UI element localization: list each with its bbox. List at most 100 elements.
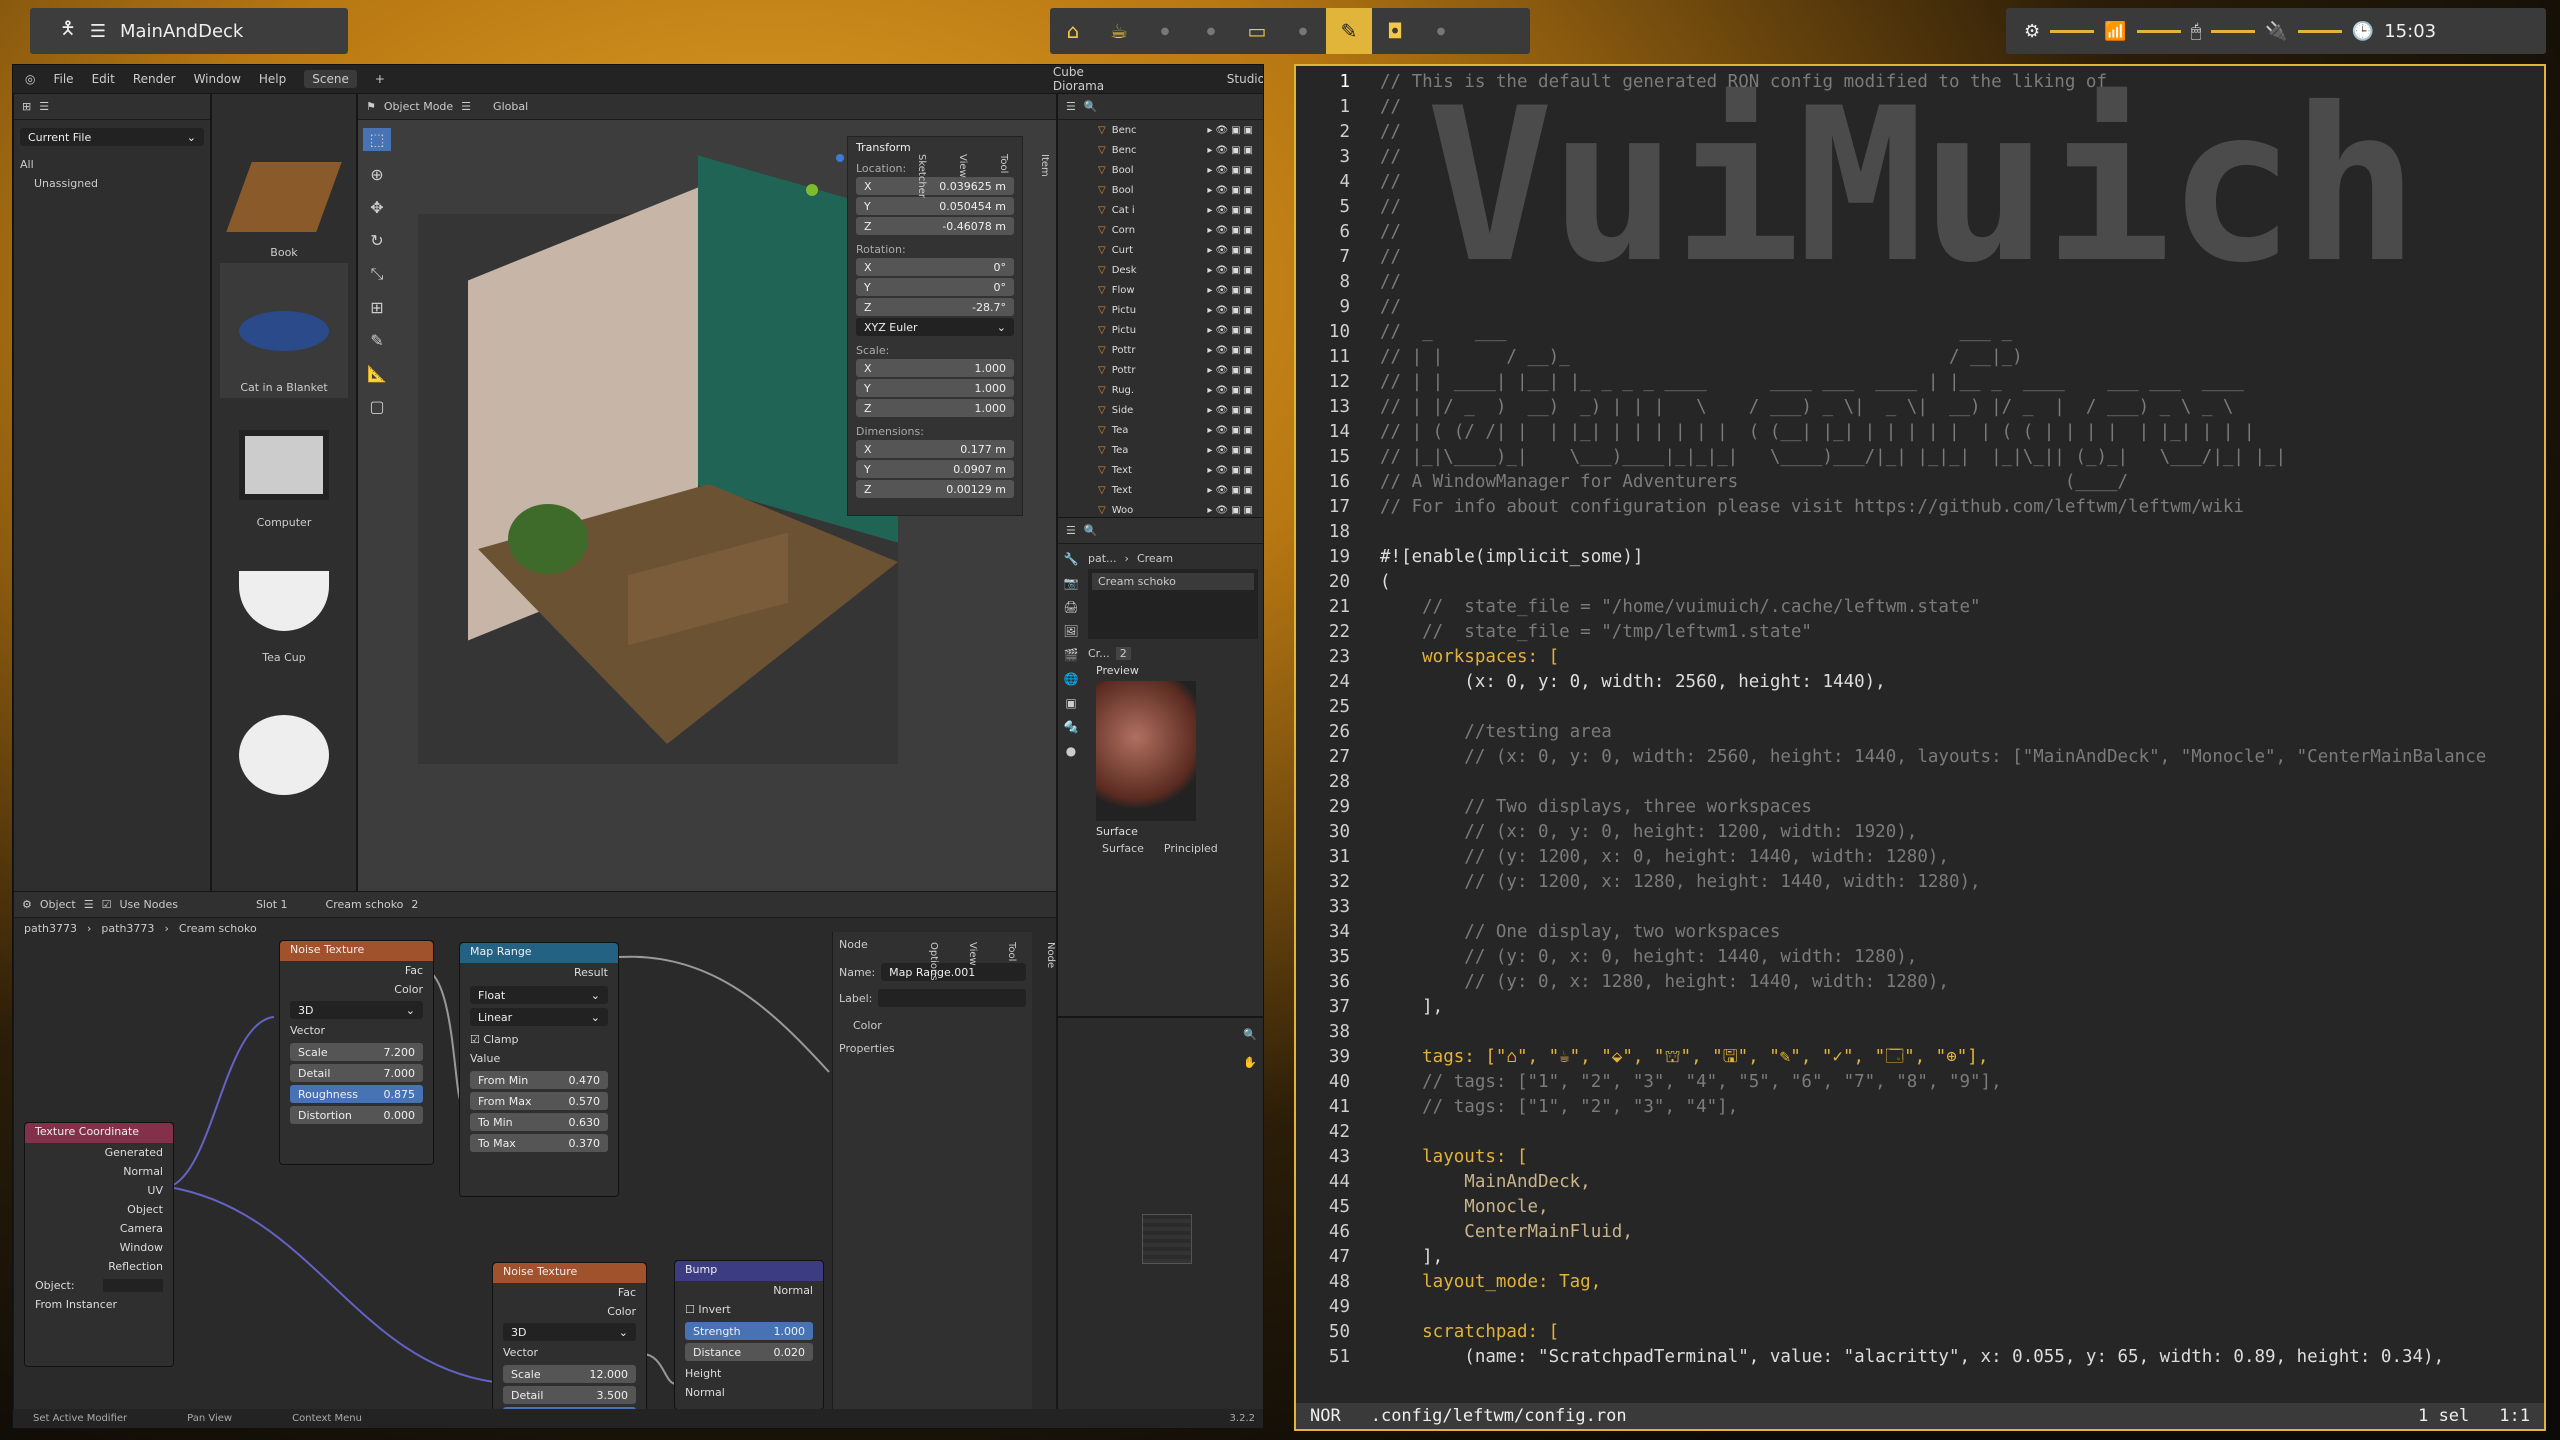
scene-tab-icon[interactable]: 🎬 [1064, 648, 1079, 662]
noise-texture-node-2[interactable]: Noise Texture Fac Color 3D ⌄ Vector Scale… [492, 1262, 647, 1410]
visibility-icons[interactable]: ▸👁▣▣ [1207, 345, 1263, 356]
cursor-tool-icon[interactable]: ⊕ [370, 165, 383, 184]
color-section[interactable]: Color [839, 1019, 1026, 1032]
rotate-tool-icon[interactable]: ↻ [370, 231, 383, 250]
location-x[interactable]: X 0.039625 m [856, 177, 1014, 195]
object-tab-icon[interactable]: ▣ [1065, 696, 1076, 710]
visibility-icons[interactable]: ▸👁▣▣ [1207, 125, 1263, 136]
outliner-item[interactable]: ▽ Pictu ▸👁▣▣ [1058, 300, 1263, 320]
outliner-item[interactable]: ▽ Tea ▸👁▣▣ [1058, 440, 1263, 460]
outliner-item[interactable]: ▽ Pottr ▸👁▣▣ [1058, 340, 1263, 360]
node-field-distortion[interactable]: Distortion 0.000 [290, 1106, 423, 1124]
view-layer-tab-icon[interactable]: 🖼 [1063, 624, 1078, 638]
menu-render[interactable]: Render [133, 72, 176, 86]
tag-home-icon[interactable]: ⌂ [1050, 8, 1096, 54]
add-workspace-icon[interactable]: + [375, 72, 385, 86]
outliner-item[interactable]: ▽ Side ▸👁▣▣ [1058, 400, 1263, 420]
tab-sketcher[interactable]: Sketcher [916, 154, 927, 198]
node-field-from-max[interactable]: From Max 0.570 [470, 1092, 608, 1110]
material-slot-item[interactable]: Cream schoko [1092, 573, 1254, 590]
search-icon[interactable]: 🔍 [1084, 100, 1098, 113]
asset-teapot[interactable] [220, 668, 348, 803]
visibility-icons[interactable]: ▸👁▣▣ [1207, 465, 1263, 476]
select-tool-icon[interactable]: ⬚ [363, 128, 391, 151]
visibility-icons[interactable]: ▸👁▣▣ [1207, 405, 1263, 416]
tag-empty[interactable]: ● [1280, 8, 1326, 54]
invert-checkbox[interactable]: ☐ Invert [675, 1300, 823, 1319]
visibility-icons[interactable]: ▸👁▣▣ [1207, 485, 1263, 496]
world-tab-icon[interactable]: 🌐 [1064, 672, 1079, 686]
tab-tool[interactable]: Tool [1006, 942, 1017, 981]
surface-section[interactable]: Surface [1088, 821, 1258, 842]
node-field-detail[interactable]: Detail 3.500 [503, 1386, 636, 1404]
text-editor[interactable]: VuiMuich 1// This is the default generat… [1294, 64, 2546, 1431]
dimension-y[interactable]: Y 0.0907 m [856, 460, 1014, 478]
visibility-icons[interactable]: ▸👁▣▣ [1207, 425, 1263, 436]
workspace-name[interactable]: Studio [1227, 72, 1263, 86]
view-type-icon[interactable]: ⚑ [366, 100, 376, 113]
layout-indicator[interactable]: 🯅 ☰ MainAndDeck [30, 8, 348, 54]
data-type-select[interactable]: Float ⌄ [470, 986, 608, 1004]
asset-computer[interactable]: Computer [220, 398, 348, 533]
properties-section[interactable]: Properties [839, 1042, 1026, 1055]
dimension-select[interactable]: 3D ⌄ [503, 1323, 636, 1341]
rotation-z[interactable]: Z -28.7° [856, 298, 1014, 316]
material-tab-icon[interactable]: ● [1066, 744, 1076, 758]
visibility-icons[interactable]: ▸👁▣▣ [1207, 505, 1263, 516]
rotation-y[interactable]: Y 0° [856, 278, 1014, 296]
bump-node[interactable]: Bump Normal ☐ Invert Strength 1.000 Distan… [674, 1260, 824, 1410]
modifier-tab-icon[interactable]: 🔩 [1064, 720, 1079, 734]
visibility-icons[interactable]: ▸👁▣▣ [1207, 445, 1263, 456]
outliner-item[interactable]: ▽ Bool ▸👁▣▣ [1058, 180, 1263, 200]
visibility-icons[interactable]: ▸👁▣▣ [1207, 265, 1263, 276]
texture-coordinate-node[interactable]: Texture Coordinate Generated Normal UV Obje… [24, 1122, 174, 1367]
outliner-item[interactable]: ▽ Text ▸👁▣▣ [1058, 480, 1263, 500]
outliner-item[interactable]: ▽ Desk ▸👁▣▣ [1058, 260, 1263, 280]
outliner-item[interactable]: ▽ Pottr ▸👁▣▣ [1058, 360, 1263, 380]
material-slot-list[interactable]: Cream schoko [1088, 569, 1258, 639]
asset-library-select[interactable]: Current File ⌄ [20, 128, 204, 146]
shader-editor[interactable]: ⚙ Object ☰ ☑ Use Nodes Slot 1 Cream schok… [13, 891, 1057, 1411]
outliner-item[interactable]: ▽ Rug. ▸👁▣▣ [1058, 380, 1263, 400]
annotate-tool-icon[interactable]: ✎ [370, 331, 383, 350]
outliner-item[interactable]: ▽ Pictu ▸👁▣▣ [1058, 320, 1263, 340]
blender-logo-icon[interactable]: ◎ [25, 72, 35, 86]
node-name-field[interactable]: Map Range.001 [881, 963, 1026, 981]
visibility-icons[interactable]: ▸👁▣▣ [1207, 305, 1263, 316]
location-z[interactable]: Z -0.46078 m [856, 217, 1014, 235]
tag-empty[interactable]: ● [1188, 8, 1234, 54]
move-tool-icon[interactable]: ✥ [370, 198, 383, 217]
visibility-icons[interactable]: ▸👁▣▣ [1207, 385, 1263, 396]
outliner-item[interactable]: ▽ Corn ▸👁▣▣ [1058, 220, 1263, 240]
visibility-icons[interactable]: ▸👁▣▣ [1207, 205, 1263, 216]
map-range-node[interactable]: Map Range Result Float ⌄ Linear ⌄ ☑ Clamp … [459, 942, 619, 1197]
image-editor[interactable]: 🔍 ✋ [1057, 1017, 1263, 1411]
material-datablock[interactable]: Cr... 2 [1088, 647, 1258, 660]
tab-scene[interactable]: Scene [304, 70, 357, 88]
noise-texture-node[interactable]: Noise Texture Fac Color 3D ⌄ Vector Scale… [279, 940, 434, 1165]
scale-z[interactable]: Z 1.000 [856, 399, 1014, 417]
node-field-from-min[interactable]: From Min 0.470 [470, 1071, 608, 1089]
tab-item[interactable]: Item [1039, 154, 1050, 198]
asset-catalog-unassigned[interactable]: Unassigned [20, 177, 204, 190]
preview-section[interactable]: Preview [1088, 660, 1258, 681]
visibility-icons[interactable]: ▸👁▣▣ [1207, 245, 1263, 256]
dimension-select[interactable]: 3D ⌄ [290, 1001, 423, 1019]
outliner-type-icon[interactable]: ☰ [1066, 100, 1076, 113]
node-field-to-min[interactable]: To Min 0.630 [470, 1113, 608, 1131]
node-field-strength[interactable]: Strength 1.000 [685, 1322, 813, 1340]
rotation-x[interactable]: X 0° [856, 258, 1014, 276]
visibility-icons[interactable]: ▸👁▣▣ [1207, 285, 1263, 296]
visibility-icons[interactable]: ▸👁▣▣ [1207, 185, 1263, 196]
measure-tool-icon[interactable]: 📐 [367, 364, 387, 383]
pan-hand-icon[interactable]: ✋ [1243, 1056, 1257, 1069]
asset-cat[interactable]: Cat in a Blanket [220, 263, 348, 398]
rotation-mode-select[interactable]: XYZ Euler ⌄ [856, 318, 1014, 336]
outliner-item[interactable]: ▽ Curt ▸👁▣▣ [1058, 240, 1263, 260]
node-label-field[interactable] [878, 989, 1026, 1007]
outliner-item[interactable]: ▽ Text ▸👁▣▣ [1058, 460, 1263, 480]
clamp-checkbox[interactable]: ☑ Clamp [460, 1030, 618, 1049]
location-y[interactable]: Y 0.050454 m [856, 197, 1014, 215]
outliner-item[interactable]: ▽ Flow ▸👁▣▣ [1058, 280, 1263, 300]
add-cube-tool-icon[interactable]: ▢ [369, 397, 384, 416]
